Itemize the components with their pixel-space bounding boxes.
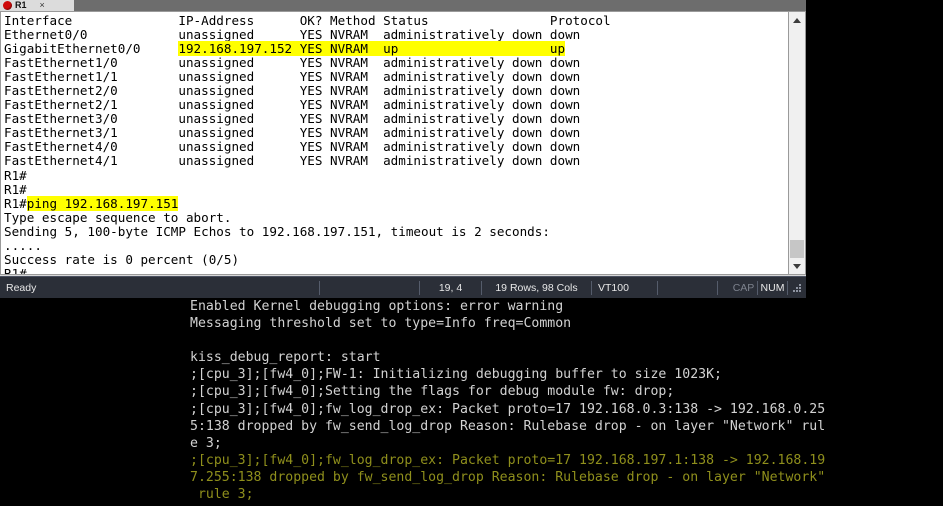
terminal-line: FastEthernet1/1 unassigned YES NVRAM adm… — [4, 70, 787, 84]
terminal-text: ..... — [4, 237, 42, 253]
terminal-line: Interface IP-Address OK? Method Status P… — [4, 13, 787, 28]
terminal-line: R1# — [4, 167, 787, 183]
terminal-text: Sending 5, 100-byte ICMP Echos to 192.16… — [4, 223, 550, 239]
debug-console[interactable]: Enabled Kernel debugging options: error … — [0, 298, 943, 506]
status-bar: Ready 19, 4 19 Rows, 98 Cols VT100 CAP N… — [0, 276, 806, 298]
terminal-line: ..... — [4, 237, 787, 253]
terminal-text: FastEthernet3/0 unassigned YES NVRAM adm… — [4, 111, 581, 127]
chevron-down-icon — [793, 263, 801, 269]
terminal-line: Sending 5, 100-byte ICMP Echos to 192.16… — [4, 223, 787, 239]
highlighted-text: ping 192.168.197.151 — [26, 195, 179, 211]
terminal-text: Success rate is 0 percent (0/5) — [4, 251, 240, 267]
terminal-scrollbar[interactable] — [788, 12, 805, 274]
console-line: ;[cpu_3];[fw4_0];FW-1: Initializing debu… — [190, 367, 722, 383]
terminal-text: FastEthernet2/0 unassigned YES NVRAM adm… — [4, 83, 581, 99]
desktop-background — [806, 0, 943, 298]
status-caps-lock: CAP — [730, 280, 758, 295]
screen-root: R1 × Interface IP-Address OK? Method Sta… — [0, 0, 943, 506]
status-blank-1 — [320, 280, 420, 295]
terminal-line: Ethernet0/0 unassigned YES NVRAM adminis… — [4, 28, 787, 42]
red-circle-icon — [3, 1, 12, 10]
terminal-line: Type escape sequence to abort. — [4, 209, 787, 225]
status-emulation: VT100 — [592, 280, 658, 295]
console-line: rule 3; — [190, 487, 254, 503]
status-ready: Ready — [0, 280, 320, 295]
console-line: ;[cpu_3];[fw4_0];Setting the flags for d… — [190, 384, 675, 400]
console-line: ;[cpu_3];[fw4_0];fw_log_drop_ex: Packet … — [190, 452, 826, 468]
terminal-output[interactable]: Interface IP-Address OK? Method Status P… — [2, 12, 787, 274]
scroll-up-icon[interactable] — [789, 12, 805, 28]
terminal-text: R1# — [4, 265, 27, 274]
terminal-text: R1# — [4, 167, 27, 183]
tab-r1[interactable]: R1 × — [0, 0, 74, 11]
terminal-window: R1 × Interface IP-Address OK? Method Sta… — [0, 0, 806, 298]
close-icon[interactable]: × — [40, 0, 45, 11]
status-spacer — [718, 281, 730, 295]
terminal-line: FastEthernet1/0 unassigned YES NVRAM adm… — [4, 56, 787, 70]
console-line: 7.255:138 dropped by fw_send_log_drop Re… — [190, 469, 826, 485]
terminal-text: FastEthernet4/1 unassigned YES NVRAM adm… — [4, 153, 581, 169]
terminal-line: Success rate is 0 percent (0/5) — [4, 251, 787, 267]
resize-grip-icon[interactable] — [790, 281, 804, 295]
status-cursor-position: 19, 4 — [420, 280, 482, 295]
console-line: kiss_debug_report: start — [190, 350, 381, 366]
console-line: ;[cpu_3];[fw4_0];fw_log_drop_ex: Packet … — [190, 401, 826, 417]
console-line: e 3; — [190, 435, 222, 451]
chevron-up-icon — [793, 17, 801, 23]
terminal-text: Type escape sequence to abort. — [4, 209, 232, 225]
terminal-line: GigabitEthernet0/0 192.168.197.152 YES N… — [4, 41, 787, 57]
terminal-body: Interface IP-Address OK? Method Status P… — [0, 11, 806, 275]
terminal-line: FastEthernet2/1 unassigned YES NVRAM adm… — [4, 98, 787, 112]
terminal-text: FastEthernet2/1 unassigned YES NVRAM adm… — [4, 97, 581, 113]
terminal-line: FastEthernet4/0 unassigned YES NVRAM adm… — [4, 140, 787, 154]
terminal-line: FastEthernet4/1 unassigned YES NVRAM adm… — [4, 154, 787, 168]
terminal-line: R1#ping 192.168.197.151 — [4, 195, 787, 211]
terminal-line: FastEthernet3/1 unassigned YES NVRAM adm… — [4, 126, 787, 140]
status-dimensions: 19 Rows, 98 Cols — [482, 280, 592, 295]
terminal-line: R1# — [4, 265, 787, 274]
console-line: Messaging threshold set to type=Info fre… — [190, 316, 572, 332]
terminal-text: Ethernet0/0 unassigned YES NVRAM adminis… — [4, 27, 581, 43]
terminal-text: Interface IP-Address OK? Method Status P… — [4, 13, 611, 28]
status-num-lock: NUM — [758, 280, 788, 295]
tab-strip: R1 × — [0, 0, 806, 11]
terminal-text: GigabitEthernet0/0 — [4, 41, 179, 57]
terminal-text: FastEthernet4/0 unassigned YES NVRAM adm… — [4, 139, 581, 155]
terminal-text: R1# — [4, 181, 27, 197]
terminal-text: FastEthernet3/1 unassigned YES NVRAM adm… — [4, 125, 581, 141]
terminal-text: FastEthernet1/1 unassigned YES NVRAM adm… — [4, 69, 581, 85]
console-line: 5:138 dropped by fw_send_log_drop Reason… — [190, 418, 826, 434]
highlighted-text: 192.168.197.152 YES NVRAM up up — [178, 41, 566, 57]
tab-label: R1 — [15, 0, 27, 10]
terminal-line: R1# — [4, 181, 787, 197]
terminal-line: FastEthernet3/0 unassigned YES NVRAM adm… — [4, 112, 787, 126]
scroll-down-icon[interactable] — [789, 258, 805, 274]
terminal-text: FastEthernet1/0 unassigned YES NVRAM adm… — [4, 55, 581, 71]
console-line: Enabled Kernel debugging options: error … — [190, 299, 564, 314]
status-blank-2 — [658, 280, 718, 295]
terminal-text: R1# — [4, 195, 27, 211]
terminal-line: FastEthernet2/0 unassigned YES NVRAM adm… — [4, 84, 787, 98]
